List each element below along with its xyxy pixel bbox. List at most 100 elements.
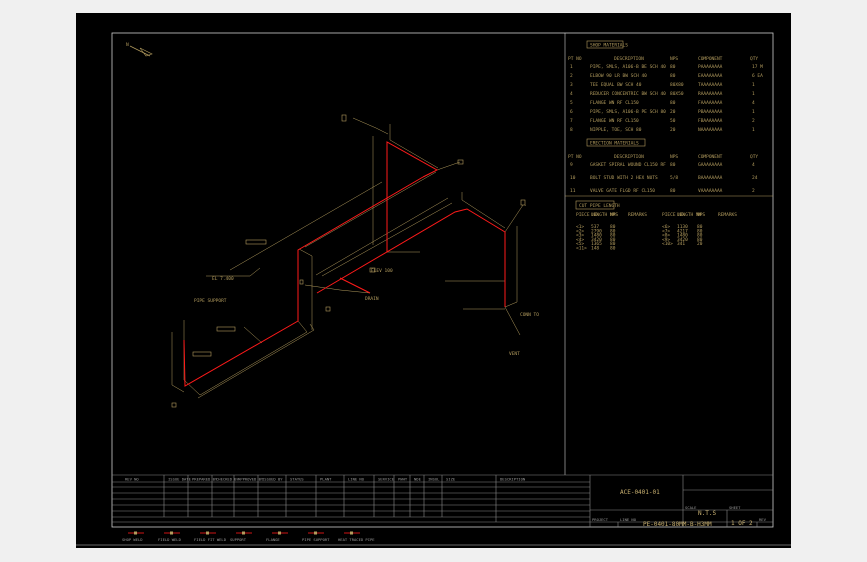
- legend-marker: [206, 531, 209, 535]
- table-cell: FLANGE WN RF CL150: [590, 100, 639, 106]
- table-cell: NIPPLE, TOE, SCH 80: [590, 127, 642, 133]
- column-header: ISSUED BY: [262, 477, 283, 482]
- legend-marker: [278, 531, 281, 535]
- table-cell: GASKET SPIRAL WOUND CL150 RF: [590, 162, 666, 168]
- svg-text:SHEET: SHEET: [729, 505, 741, 510]
- column-header: INSUL: [428, 477, 440, 482]
- north-arrow-icon: N: [126, 42, 153, 57]
- table-cell: 1: [752, 91, 755, 97]
- column-header: SERVICE: [378, 477, 395, 482]
- svg-text:VENT: VENT: [509, 351, 520, 357]
- svg-text:PIPE SUPPORT: PIPE SUPPORT: [194, 298, 227, 304]
- table-cell: 80: [610, 246, 616, 252]
- table-cell: 2: [570, 73, 573, 79]
- svg-text:QTY: QTY: [750, 56, 758, 62]
- svg-text:PT NO: PT NO: [568, 154, 582, 160]
- legend-marker: [170, 531, 173, 535]
- table-cell: FAAAAAAAA: [698, 100, 723, 106]
- table-cell: 20: [697, 241, 703, 247]
- table-cell: VAAAAAAAA: [698, 188, 723, 194]
- table-cell: 9: [570, 162, 573, 168]
- table-cell: VALVE GATE FLGD RF CL150: [590, 188, 655, 194]
- svg-text:REV: REV: [759, 517, 767, 522]
- svg-text:ELEV 100: ELEV 100: [371, 268, 393, 274]
- column-header: DESCRIPTION: [500, 477, 526, 482]
- svg-text:NPS: NPS: [670, 56, 678, 62]
- cut-pipe-length-table: CUT PIPE LENGTH PIECE NOLENGTH MMNPS REMA…: [575, 200, 737, 252]
- legend-marker: [134, 531, 137, 535]
- table-cell: 24: [752, 175, 758, 181]
- table-cell: FLANGE WN RF CL150: [590, 118, 639, 124]
- table-cell: 50: [670, 118, 676, 124]
- svg-text:.: .: [524, 203, 527, 208]
- column-header: NDE: [414, 477, 422, 482]
- table-cell: 17 M: [752, 64, 763, 70]
- table-cell: 6 EA: [752, 73, 763, 79]
- legend-label: FLANGE: [266, 537, 280, 542]
- column-header: PREPARED BY: [192, 477, 218, 482]
- table-cell: <10>: [662, 241, 673, 247]
- svg-text:NPS: NPS: [670, 154, 678, 160]
- table-cell: REDUCER CONCENTRIC BW SCH 40: [590, 91, 666, 97]
- column-header: PWHT: [398, 477, 408, 482]
- table-cell: 80: [670, 162, 676, 168]
- dimension-lines: [171, 117, 524, 399]
- isometric-drawing: N . ELEV 100 CONN TO EL 7.400 PIPE SUPPO…: [76, 32, 791, 546]
- svg-text:N: N: [126, 42, 129, 48]
- table-cell: 10: [570, 175, 576, 181]
- table-cell: EAAAAAAAA: [698, 73, 723, 79]
- table-cell: RAAAAAAAA: [698, 91, 723, 97]
- shop-materials-table: SHOP MATERIALS PT NO DESCRIPTION NPS COM…: [568, 40, 763, 133]
- svg-text:CUT PIPE LENGTH: CUT PIPE LENGTH: [579, 203, 620, 209]
- column-header: CHECKED BY: [216, 477, 240, 482]
- column-header: REMARKS: [718, 212, 737, 218]
- table-cell: 80: [670, 64, 676, 70]
- table-cell: PBAAAAAAA: [698, 109, 723, 115]
- table-cell: 80X80: [670, 82, 684, 88]
- svg-text:EL 7.400: EL 7.400: [212, 276, 234, 282]
- table-cell: <11>: [576, 246, 587, 252]
- table-cell: 4: [570, 91, 573, 97]
- svg-text:PT NO: PT NO: [568, 56, 582, 62]
- drawing-sheet: N . ELEV 100 CONN TO EL 7.400 PIPE SUPPO…: [76, 13, 791, 548]
- svg-text:CONN TO: CONN TO: [520, 312, 539, 318]
- table-cell: 5: [570, 100, 573, 106]
- column-header: SIZE: [446, 477, 456, 482]
- svg-text:DESCRIPTION: DESCRIPTION: [614, 154, 644, 160]
- weld-legend: SHOP WELD FIELD WELD FIELD FIT WELD SUPPORT…: [122, 531, 375, 542]
- table-cell: 1: [752, 82, 755, 88]
- table-cell: TEE EQUAL BW SCH 40: [590, 82, 642, 88]
- drawing-title: ACE-0401-01: [620, 489, 660, 496]
- scale-value: N.T.S: [698, 510, 716, 517]
- pipe-route: [183, 141, 506, 387]
- column-header: REV NO: [125, 477, 139, 482]
- svg-text:PROJECT: PROJECT: [592, 517, 609, 522]
- table-cell: ELBOW 90 LR BW SCH 40: [590, 73, 647, 79]
- table-cell: 2: [752, 118, 755, 124]
- table-cell: TAAAAAAAA: [698, 82, 723, 88]
- legend-label: SUPPORT: [230, 537, 247, 542]
- table-cell: 4: [752, 100, 755, 106]
- column-header: REMARKS: [628, 212, 647, 218]
- table-cell: 3: [570, 82, 573, 88]
- sheet-number: 1 OF 2: [731, 520, 753, 527]
- legend-label: FIELD FIT WELD: [194, 537, 227, 542]
- svg-text:COMPONENT: COMPONENT: [698, 154, 723, 160]
- table-cell: 7: [570, 118, 573, 124]
- legend-label: HEAT TRACED PIPE: [338, 537, 375, 542]
- erection-materials-table: ERECTION MATERIALS PT NO DESCRIPTION NPS…: [568, 138, 758, 194]
- table-cell: PAAAAAAAA: [698, 64, 723, 70]
- table-cell: NAAAAAAAA: [698, 127, 723, 133]
- table-cell: 1: [752, 109, 755, 115]
- table-cell: 2: [752, 188, 755, 194]
- svg-text:SCALE: SCALE: [685, 505, 697, 510]
- svg-text:LINE NO: LINE NO: [620, 517, 637, 522]
- revision-table-grid: [112, 474, 773, 527]
- legend-label: SHOP WELD: [122, 537, 143, 542]
- svg-text:SHOP MATERIALS: SHOP MATERIALS: [590, 43, 628, 49]
- table-cell: 341: [677, 241, 685, 247]
- table-cell: 80X50: [670, 91, 684, 97]
- table-cell: 1: [570, 64, 573, 70]
- svg-text:ERECTION MATERIALS: ERECTION MATERIALS: [590, 141, 639, 147]
- table-cell: 148: [591, 246, 599, 252]
